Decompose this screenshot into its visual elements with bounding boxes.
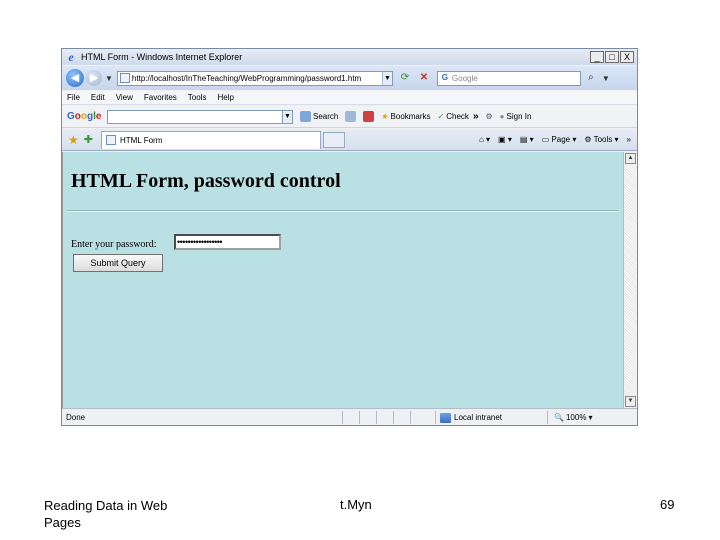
history-dropdown-icon[interactable]: ▼ — [105, 74, 113, 83]
menu-favorites[interactable]: Favorites — [144, 93, 177, 102]
horizontal-rule — [67, 210, 618, 212]
tab-label: HTML Form — [119, 135, 163, 145]
favorites-star-icon[interactable]: ★ — [68, 133, 79, 147]
menu-file[interactable]: File — [67, 93, 80, 102]
password-input[interactable]: ••••••••••••••••• — [174, 234, 281, 250]
command-bar: ⌂ ▾ ▣ ▾ ▤ ▾ ▭ Page ▾ ⚙ Tools ▾ » — [479, 135, 631, 144]
menu-view[interactable]: View — [116, 93, 133, 102]
puzzle-icon — [345, 111, 357, 122]
minimize-button[interactable]: _ — [590, 51, 604, 63]
bookmarks-label: Bookmarks — [390, 112, 431, 121]
google-settings-button[interactable]: ⚙ — [486, 112, 493, 121]
add-favorite-icon[interactable]: ✚ — [84, 133, 93, 146]
search-placeholder[interactable]: Google — [452, 74, 580, 83]
google-check-button[interactable]: ✓ Check — [438, 112, 469, 121]
page-icon — [105, 135, 116, 145]
google-search-icon: G — [441, 73, 449, 82]
zoom-control[interactable]: 🔍 100% ▾ — [547, 411, 592, 424]
menu-tools[interactable]: Tools — [188, 93, 207, 102]
scroll-up-icon[interactable]: ▲ — [625, 153, 636, 164]
tab-row: ★ ✚ HTML Form ⌂ ▾ ▣ ▾ ▤ ▾ ▭ Page ▾ ⚙ Too… — [62, 129, 637, 151]
status-pane — [410, 411, 427, 424]
search-field[interactable]: G Google — [436, 70, 581, 86]
home-icon[interactable]: ⌂ ▾ — [479, 135, 490, 144]
pagerank-icon — [363, 111, 375, 122]
submit-button[interactable]: Submit Query — [73, 254, 163, 272]
wrench-icon: ⚙ — [485, 112, 493, 121]
google-signin-button[interactable]: ● Sign In — [500, 112, 532, 121]
search-options-icon[interactable]: ▼ — [602, 74, 610, 83]
gear-icon: ⚙ — [584, 135, 592, 144]
status-pane — [359, 411, 376, 424]
password-label: Enter your password: — [71, 239, 157, 250]
status-text: Done — [66, 413, 86, 422]
menu-bar: File Edit View Favorites Tools Help — [62, 91, 637, 105]
signin-label: Sign In — [506, 112, 532, 121]
window-title: HTML Form - Windows Internet Explorer — [81, 52, 243, 62]
status-pane — [342, 411, 359, 424]
page-icon — [119, 73, 130, 83]
status-bar: Done Local intranet 🔍 100% ▾ — [62, 408, 637, 425]
slide: e HTML Form - Windows Internet Explorer … — [0, 0, 720, 540]
star-icon: ★ — [381, 112, 389, 121]
url-dropdown-icon[interactable]: ▼ — [381, 71, 392, 85]
footer-author: t.Myn — [340, 497, 372, 512]
zoom-dropdown-icon[interactable]: ▾ — [588, 413, 592, 422]
url-field[interactable]: http://localhost/InTheTeaching/WebProgra… — [116, 70, 393, 86]
browser-window: e HTML Form - Windows Internet Explorer … — [61, 48, 638, 426]
page-heading: HTML Form, password control — [71, 170, 341, 192]
feeds-icon[interactable]: ▣ ▾ — [498, 135, 512, 144]
back-button[interactable]: ◀ — [66, 69, 84, 87]
google-search-button[interactable]: Search — [300, 111, 338, 122]
footer-page-number: 69 — [660, 497, 675, 512]
footer-title: Reading Data in Web Pages — [44, 498, 168, 530]
check-icon: ✓ — [437, 112, 445, 121]
print-icon[interactable]: ▤ ▾ — [520, 135, 534, 144]
zone-label: Local intranet — [454, 413, 503, 422]
title-bar[interactable]: e HTML Form - Windows Internet Explorer … — [62, 49, 637, 65]
google-logo: Google — [67, 111, 102, 122]
page-content: HTML Form, password control Enter your p… — [62, 152, 623, 408]
zoom-icon: 🔍 — [554, 413, 564, 422]
google-search-dropdown-icon[interactable]: ▼ — [283, 109, 293, 124]
google-bookmarks-button[interactable]: ★ Bookmarks — [381, 112, 430, 121]
google-pagerank-button[interactable] — [363, 111, 375, 122]
close-button[interactable]: X — [620, 51, 634, 63]
menu-help[interactable]: Help — [217, 93, 233, 102]
search-icon[interactable]: ⌕ — [583, 71, 599, 85]
zoom-level: 100% — [565, 413, 587, 422]
window-controls: _ □ X — [590, 51, 634, 63]
new-tab-button[interactable] — [322, 131, 345, 148]
google-search-input[interactable] — [107, 109, 283, 124]
scroll-down-icon[interactable]: ▼ — [625, 396, 636, 407]
google-search-icon — [300, 111, 311, 122]
menu-edit[interactable]: Edit — [91, 93, 105, 102]
tools-menu-label: Tools — [593, 135, 613, 144]
tab-html-form[interactable]: HTML Form — [100, 130, 321, 149]
signin-icon: ● — [499, 112, 505, 121]
page-menu-icon: ▭ — [541, 135, 550, 144]
chevron-right-icon[interactable]: » — [473, 111, 479, 122]
url-text[interactable]: http://localhost/InTheTeaching/WebProgra… — [132, 74, 382, 83]
google-search-label: Search — [313, 112, 339, 121]
refresh-icon[interactable]: ⟳ — [398, 71, 412, 85]
google-toolbar: Google ▼ Search ★ Bookmarks ✓ Check » ⚙ … — [62, 106, 637, 128]
tools-menu-button[interactable]: ⚙ Tools ▾ — [584, 135, 618, 144]
address-bar: ◀ ▶ ▼ http://localhost/InTheTeaching/Web… — [62, 66, 637, 90]
chevron-right-icon[interactable]: » — [627, 135, 631, 144]
status-pane — [393, 411, 410, 424]
forward-button[interactable]: ▶ — [86, 70, 102, 86]
vertical-scrollbar[interactable]: ▲ ▼ — [623, 152, 637, 408]
security-zone[interactable]: Local intranet — [435, 411, 535, 424]
ie-logo-icon: e — [68, 49, 74, 64]
google-puzzle-button[interactable] — [345, 111, 357, 122]
page-menu-button[interactable]: ▭ Page ▾ — [542, 135, 577, 144]
check-label: Check — [446, 112, 469, 121]
page-menu-label: Page — [551, 135, 571, 144]
intranet-icon — [440, 412, 451, 423]
maximize-button[interactable]: □ — [605, 51, 619, 63]
status-pane — [376, 411, 393, 424]
stop-icon[interactable]: ✕ — [417, 71, 431, 85]
